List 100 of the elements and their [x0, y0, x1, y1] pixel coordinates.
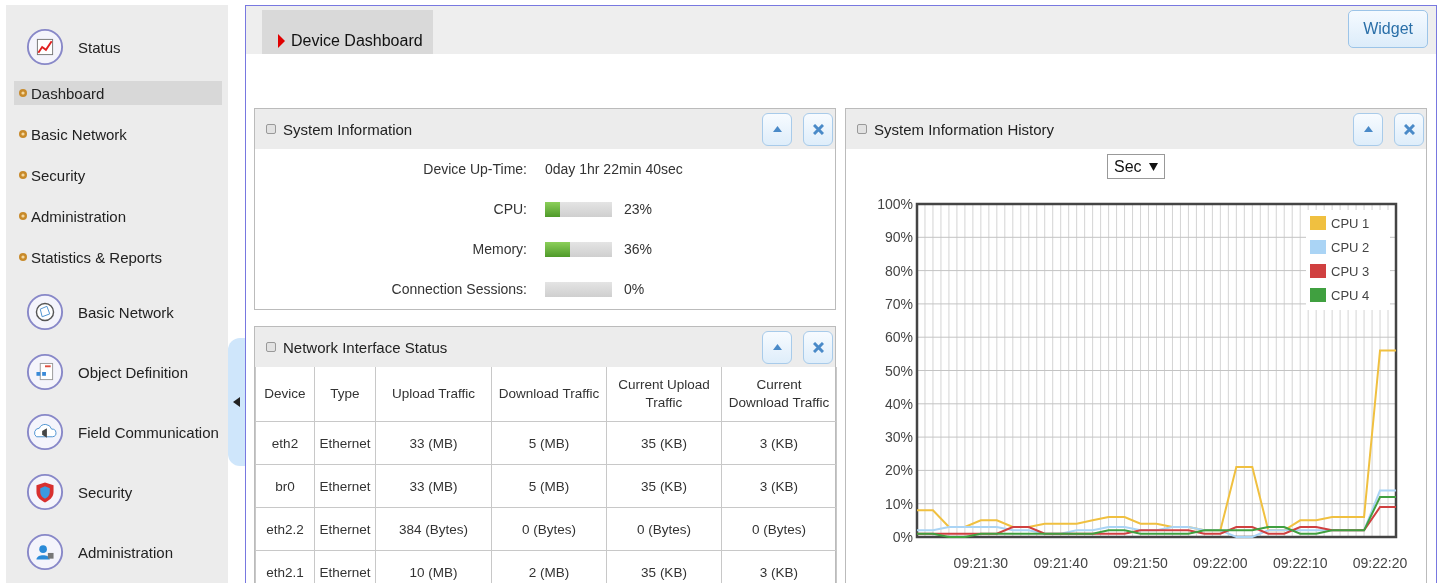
bullet-icon — [18, 129, 28, 139]
widget-button[interactable]: Widget — [1348, 10, 1428, 48]
menu-item[interactable]: Basic Network — [14, 122, 222, 146]
table-cell: Ethernet — [314, 464, 376, 508]
square-icon — [266, 342, 276, 352]
y-tick-label: 0% — [892, 529, 913, 545]
caret-up-icon — [1363, 126, 1373, 132]
section-label: Status — [78, 38, 121, 56]
menu-item[interactable]: Administration — [14, 204, 222, 228]
info-value: 0% — [624, 281, 645, 297]
caret-right-icon — [278, 34, 285, 48]
collapse-button[interactable] — [762, 330, 792, 364]
dashboard-tab[interactable]: Device Dashboard — [262, 10, 433, 54]
close-icon — [812, 123, 824, 135]
close-icon — [812, 341, 824, 353]
y-tick-label: 30% — [884, 429, 913, 446]
menu-item[interactable]: Statistics & Reports — [14, 245, 222, 269]
menu-section[interactable]: Administration — [14, 522, 222, 582]
menu-section[interactable]: Object Definition — [14, 342, 222, 402]
info-value: 23% — [624, 201, 653, 217]
menu-section[interactable]: Field Communication — [14, 402, 222, 462]
y-tick-label: 60% — [884, 329, 913, 346]
caret-up-icon — [772, 126, 782, 132]
y-tick-label: 80% — [884, 262, 913, 279]
table-cell: 3 (KB) — [721, 421, 837, 465]
menu-section[interactable]: Status — [14, 17, 222, 77]
column-header: Current Download Traffic — [721, 367, 837, 422]
table-cell: 3 (KB) — [721, 464, 837, 508]
column-header: Upload Traffic — [375, 367, 492, 422]
bullet-icon — [18, 170, 28, 180]
menu-item-label: Basic Network — [31, 125, 127, 143]
info-label: Memory: — [471, 241, 527, 257]
table-cell: 5 (MB) — [491, 421, 607, 465]
table-cell: Ethernet — [314, 421, 376, 465]
cloud-speaker-icon — [26, 413, 64, 451]
x-tick-label: 09:21:50 — [1113, 555, 1168, 571]
table-cell: Ethernet — [314, 507, 376, 551]
square-icon — [857, 124, 867, 134]
interval-select[interactable]: Sec — [1107, 154, 1165, 179]
menu-item[interactable]: Dashboard — [14, 81, 222, 105]
menu-item-label: Administration — [31, 207, 127, 225]
menu-item-label: Statistics & Reports — [31, 248, 162, 266]
panel-title: System Information — [283, 120, 414, 138]
menu-section[interactable]: Basic Network — [14, 282, 222, 342]
x-tick-label: 09:21:30 — [953, 555, 1009, 571]
column-header: Device — [255, 367, 315, 422]
legend-label: CPU 1 — [1331, 216, 1370, 231]
bullet-icon — [18, 252, 28, 262]
panel-title: Network Interface Status — [283, 338, 449, 356]
menu-section[interactable]: Security — [14, 462, 222, 522]
collapse-handle[interactable] — [228, 338, 245, 466]
globe-icon — [26, 293, 64, 331]
close-button[interactable] — [1394, 112, 1424, 146]
section-label: Object Definition — [78, 363, 189, 381]
bullet-icon — [18, 211, 28, 221]
column-header: Type — [314, 367, 376, 422]
collapse-button[interactable] — [1353, 112, 1383, 146]
table-cell: 33 (MB) — [375, 464, 492, 508]
y-tick-label: 10% — [884, 495, 913, 512]
table-cell: 35 (KB) — [606, 464, 722, 508]
table-cell: 0 (Bytes) — [491, 507, 607, 551]
legend-label: CPU 2 — [1331, 240, 1370, 255]
column-header: Download Traffic — [491, 367, 607, 422]
section-label: Administration — [78, 543, 174, 561]
table-cell: eth2 — [255, 421, 315, 465]
square-icon — [266, 124, 276, 134]
y-tick-label: 100% — [877, 196, 913, 212]
info-label: CPU: — [492, 201, 527, 217]
table-cell: 384 (Bytes) — [375, 507, 492, 551]
info-label: Connection Sessions: — [390, 281, 527, 297]
person-icon — [26, 533, 64, 571]
menu-item[interactable]: Security — [14, 163, 222, 187]
collapse-button[interactable] — [762, 112, 792, 146]
menu-item-label: Dashboard — [31, 84, 105, 102]
y-tick-label: 70% — [884, 295, 913, 312]
x-tick-label: 09:22:00 — [1193, 555, 1248, 571]
table-cell: 0 (Bytes) — [721, 507, 837, 551]
legend-label: CPU 4 — [1331, 288, 1370, 303]
legend-label: CPU 3 — [1331, 264, 1370, 279]
close-button[interactable] — [803, 112, 833, 146]
diagram-icon — [26, 353, 64, 391]
y-tick-label: 90% — [884, 229, 913, 246]
table-cell: eth2.2 — [255, 507, 315, 551]
info-label: Device Up-Time: — [422, 161, 527, 177]
table-cell: 33 (MB) — [375, 421, 492, 465]
x-tick-label: 09:22:10 — [1272, 555, 1328, 571]
dropdown-icon — [1149, 162, 1158, 171]
y-tick-label: 40% — [884, 395, 913, 412]
caret-up-icon — [772, 344, 782, 350]
close-button[interactable] — [803, 330, 833, 364]
section-label: Field Communication — [78, 423, 219, 441]
bullet-icon — [18, 88, 28, 98]
line-chart-icon — [26, 28, 64, 66]
table-cell: 5 (MB) — [491, 464, 607, 508]
y-tick-label: 50% — [884, 362, 913, 379]
close-icon — [1403, 123, 1415, 135]
y-tick-label: 20% — [884, 462, 913, 479]
caret-left-icon — [233, 397, 240, 407]
panel-title: System Information History — [874, 120, 1056, 138]
x-tick-label: 09:22:20 — [1352, 555, 1408, 571]
